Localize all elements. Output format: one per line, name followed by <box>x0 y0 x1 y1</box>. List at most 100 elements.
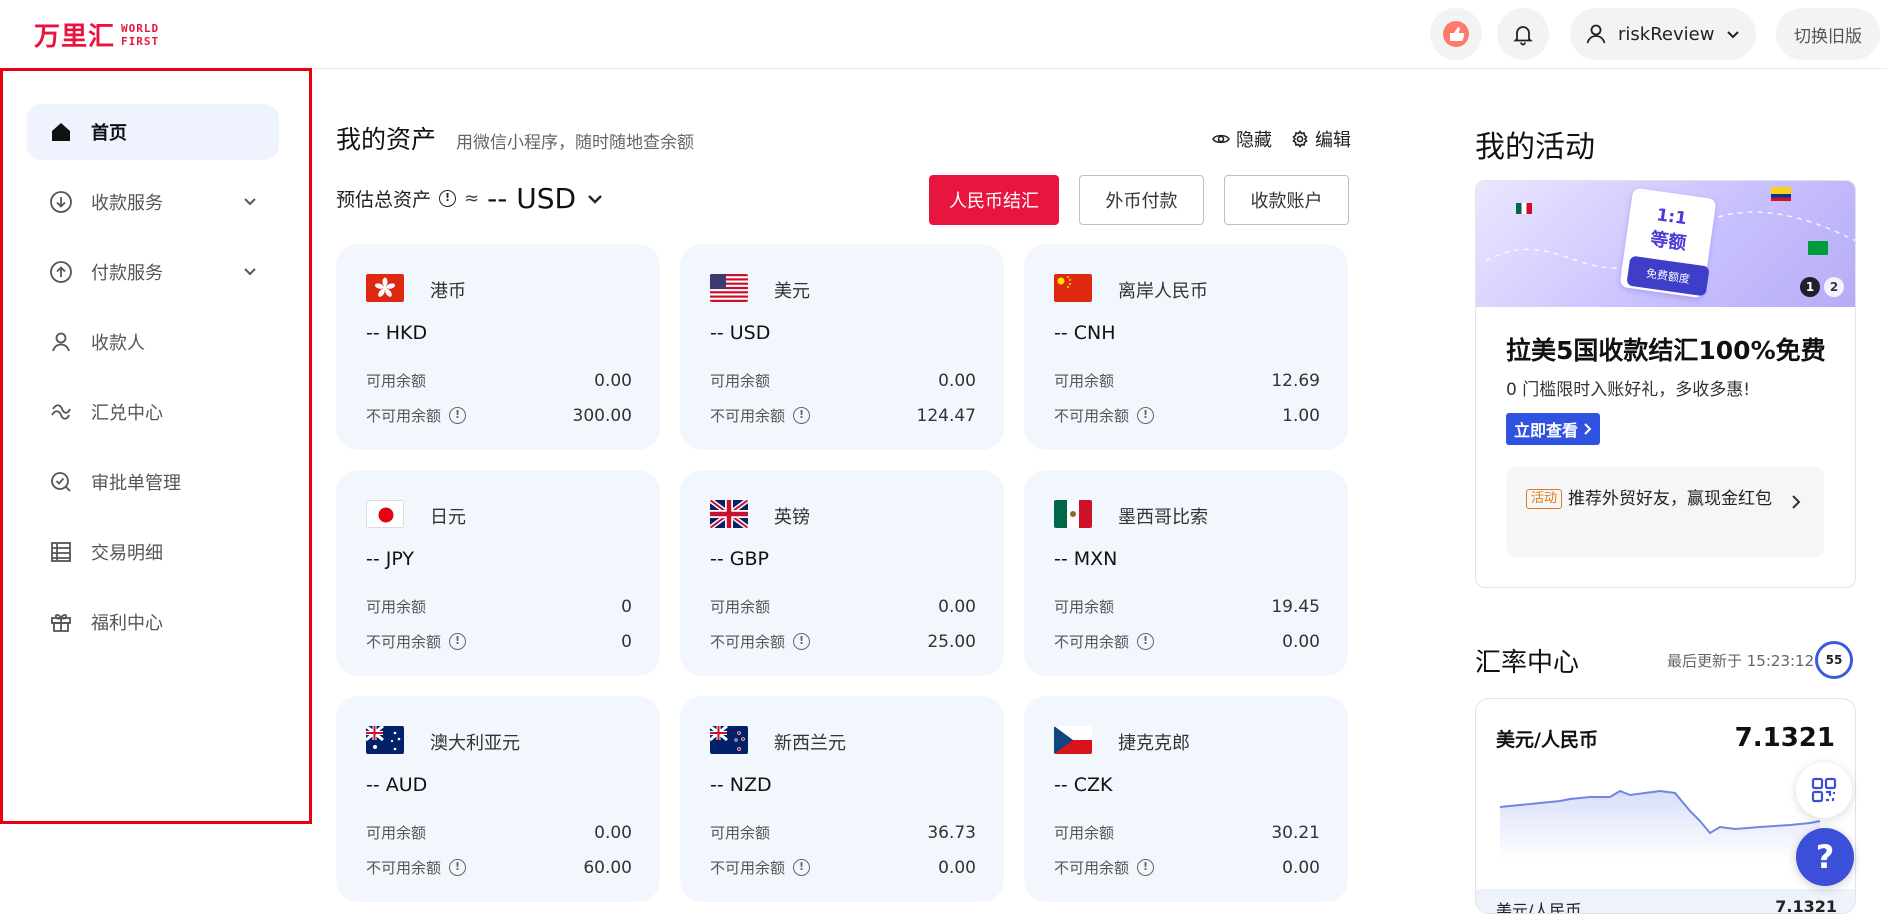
assets-title: 我的资产 <box>336 125 437 154</box>
rate-card[interactable]: 美元/人民币 7.1321 美元/人民币 7.1321 <box>1475 698 1856 914</box>
au-flag-icon <box>366 726 404 754</box>
info-icon[interactable]: ! <box>449 859 467 876</box>
sidebar-item-label: 付款服务 <box>91 263 163 284</box>
sidebar-item-label: 收款人 <box>91 333 145 354</box>
unavailable-value: 0.00 <box>1282 631 1320 652</box>
currency-amount: -- CNH <box>1054 322 1116 344</box>
sidebar-item-home[interactable]: 首页 <box>27 104 279 160</box>
currency-amount: -- AUD <box>366 774 428 796</box>
rmb-settle-button[interactable]: 人民币结汇 <box>929 175 1059 225</box>
info-icon[interactable]: ! <box>793 407 811 424</box>
hide-balance-button[interactable]: 隐藏 <box>1212 126 1272 152</box>
promo-text: 推荐外贸好友，赢现金红包 <box>1568 489 1773 509</box>
info-icon[interactable]: ! <box>449 407 467 424</box>
unavailable-value: 0.00 <box>1282 857 1320 878</box>
logo[interactable]: 万里汇 WORLD FIRST <box>34 16 159 53</box>
unavailable-label: 不可用余额 <box>366 407 442 425</box>
chevron-down-icon[interactable] <box>584 188 606 210</box>
available-row: 可用余额 0.00 <box>366 370 632 391</box>
help-button[interactable]: ? <box>1796 828 1854 886</box>
carousel-dot-2[interactable]: 2 <box>1824 277 1844 297</box>
activity-desc: 0 门槛限时入账好礼，多收多惠! <box>1506 380 1751 400</box>
info-icon[interactable]: ! <box>793 859 811 876</box>
activity-headline: 拉美5国收款结汇100%免费 <box>1506 336 1826 365</box>
receive-account-button[interactable]: 收款账户 <box>1224 175 1349 225</box>
switch-old-version-button[interactable]: 切换旧版 <box>1776 8 1880 60</box>
unavailable-value: 0.00 <box>938 857 976 878</box>
sidebar-item-label: 交易明细 <box>91 543 163 564</box>
view-now-button[interactable]: 立即查看 <box>1506 413 1601 445</box>
currency-card-hkd[interactable]: 港币 -- HKD 可用余额 0.00 不可用余额! 300.00 <box>336 244 660 450</box>
info-icon[interactable]: ! <box>449 633 467 650</box>
info-icon[interactable]: ! <box>1137 407 1155 424</box>
assets-subtitle[interactable]: 用微信小程序，随时随地查余额 <box>456 128 694 153</box>
unavailable-row: 不可用余额! 0.00 <box>1054 631 1320 652</box>
available-row: 可用余额 36.73 <box>710 822 976 843</box>
notification-button[interactable] <box>1497 8 1549 60</box>
gb-flag-icon <box>710 500 748 528</box>
available-value: 0.00 <box>594 370 632 391</box>
info-icon[interactable]: ! <box>793 633 811 650</box>
currency-card-gbp[interactable]: 英镑 -- GBP 可用余额 0.00 不可用余额! 25.00 <box>680 470 1004 676</box>
question-icon: ? <box>1815 838 1835 876</box>
currency-card-nzd[interactable]: 新西兰元 -- NZD 可用余额 36.73 不可用余额! 0.00 <box>680 696 1004 902</box>
sidebar-item-transactions[interactable]: 交易明细 <box>27 524 279 580</box>
promo-button[interactable] <box>1430 8 1482 60</box>
available-label: 可用余额 <box>366 824 427 842</box>
currency-card-jpy[interactable]: 日元 -- JPY 可用余额 0 不可用余额! 0 <box>336 470 660 676</box>
sidebar-item-gift[interactable]: 福利中心 <box>27 594 279 650</box>
br-flag-icon <box>1808 241 1828 255</box>
currency-card-aud[interactable]: 澳大利亚元 -- AUD 可用余额 0.00 不可用余额! 60.00 <box>336 696 660 902</box>
gift-icon <box>49 610 73 634</box>
activity-card[interactable]: 1:1 等额 免费额度 1 2 拉美5国收款结汇100%免费 0 门槛限时入账好… <box>1475 180 1856 588</box>
approval-icon <box>49 470 73 494</box>
currency-card-czk[interactable]: 捷克克郎 -- CZK 可用余额 30.21 不可用余额! 0.00 <box>1024 696 1348 902</box>
available-value: 0.00 <box>594 822 632 843</box>
available-label: 可用余额 <box>710 824 771 842</box>
unavailable-label: 不可用余额 <box>710 407 786 425</box>
jp-flag-icon <box>366 500 404 528</box>
unavailable-value: 124.47 <box>916 405 976 426</box>
available-row: 可用余额 0.00 <box>366 822 632 843</box>
home-icon <box>49 120 73 144</box>
fx-pay-button[interactable]: 外币付款 <box>1079 175 1204 225</box>
top-header: 万里汇 WORLDFIRST riskReview... 切换旧版 <box>0 0 1887 69</box>
unavailable-label: 不可用余额 <box>366 859 442 877</box>
chevron-down-icon <box>1727 31 1739 39</box>
unavailable-row: 不可用余额! 1.00 <box>1054 405 1320 426</box>
unavailable-label: 不可用余额 <box>710 859 786 877</box>
qr-code-button[interactable] <box>1796 762 1852 818</box>
rate-list-row[interactable]: 美元/人民币 7.1321 <box>1476 889 1855 914</box>
sidebar-item-receive[interactable]: 收款服务 <box>27 174 279 230</box>
user-menu[interactable]: riskReview... <box>1570 8 1756 60</box>
eye-icon <box>1212 134 1230 144</box>
sidebar-item-pay[interactable]: 付款服务 <box>27 244 279 300</box>
hk-flag-icon <box>366 274 404 302</box>
total-assets-row: 预估总资产 ! ≈ -- USD <box>336 182 606 215</box>
referral-promo[interactable]: 活动 推荐外贸好友，赢现金红包 <box>1506 467 1824 557</box>
edit-assets-button[interactable]: 编辑 <box>1291 126 1351 152</box>
rate-footer-pair: 美元/人民币 <box>1496 901 1582 914</box>
sidebar-item-approval[interactable]: 审批单管理 <box>27 454 279 510</box>
currency-card-cnh[interactable]: 离岸人民币 -- CNH 可用余额 12.69 不可用余额! 1.00 <box>1024 244 1348 450</box>
currency-name: 美元 <box>774 281 810 302</box>
mx-flag-icon <box>1516 203 1532 214</box>
unavailable-row: 不可用余额! 0.00 <box>1054 857 1320 878</box>
currency-amount: -- USD <box>710 322 771 344</box>
currency-amount: -- JPY <box>366 548 415 570</box>
available-value: 0.00 <box>938 370 976 391</box>
sidebar-item-label: 收款服务 <box>91 193 163 214</box>
info-icon[interactable]: ! <box>1137 859 1155 876</box>
available-row: 可用余额 12.69 <box>1054 370 1320 391</box>
receive-icon <box>49 190 73 214</box>
carousel-dot-1[interactable]: 1 <box>1800 277 1820 297</box>
rate-sparkline <box>1500 789 1821 861</box>
info-icon[interactable]: ! <box>1137 633 1155 650</box>
currency-card-mxn[interactable]: 墨西哥比索 -- MXN 可用余额 19.45 不可用余额! 0.00 <box>1024 470 1348 676</box>
info-icon[interactable]: ! <box>439 190 457 207</box>
sidebar-item-payee[interactable]: 收款人 <box>27 314 279 370</box>
refresh-countdown[interactable]: 55 <box>1815 641 1853 679</box>
currency-card-usd[interactable]: 美元 -- USD 可用余额 0.00 不可用余额! 124.47 <box>680 244 1004 450</box>
sidebar-item-exchange[interactable]: 汇兑中心 <box>27 384 279 440</box>
activity-banner[interactable]: 1:1 等额 免费额度 1 2 <box>1476 181 1855 307</box>
